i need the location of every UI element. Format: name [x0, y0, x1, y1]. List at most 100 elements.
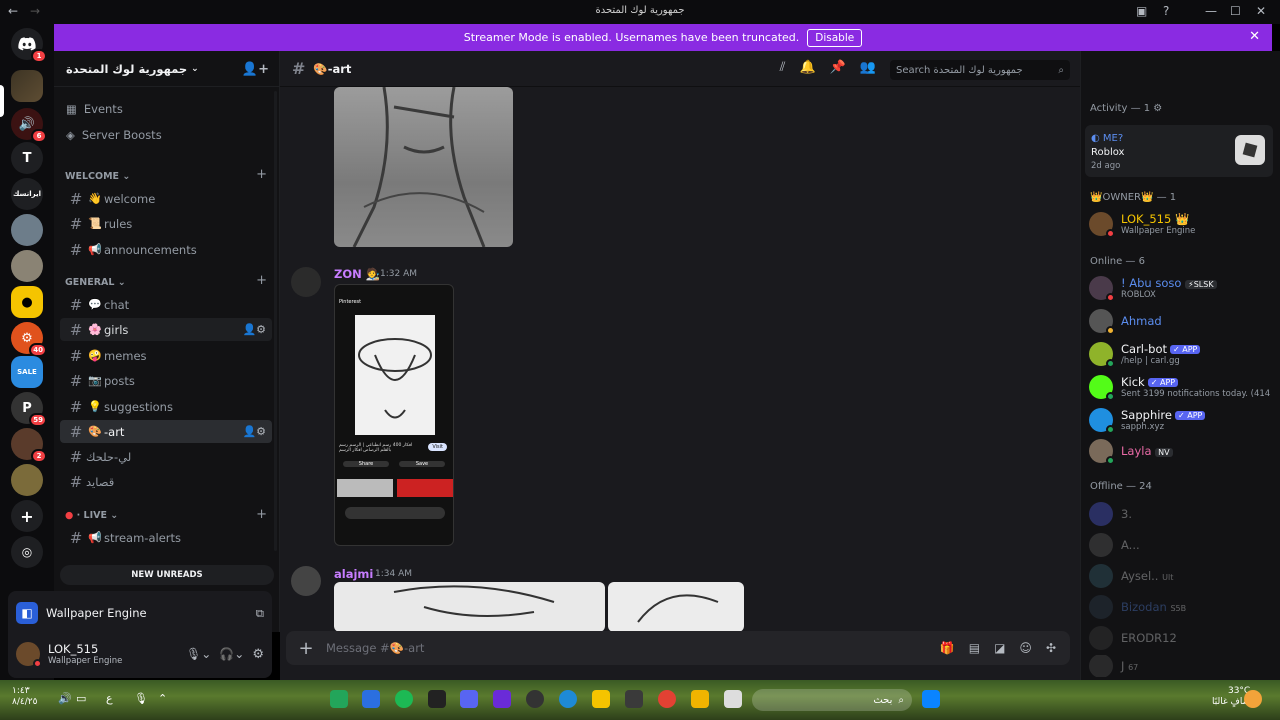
emoji-icon[interactable]: ☺: [1019, 641, 1032, 655]
add-channel-icon[interactable]: +: [256, 273, 267, 288]
taskbar-app-icon[interactable]: [493, 690, 511, 708]
sticker-icon[interactable]: ◪: [994, 641, 1005, 655]
close-banner-icon[interactable]: ✕: [1249, 29, 1260, 44]
headset-icon[interactable]: 🎧⌄: [219, 647, 244, 661]
disable-button[interactable]: Disable: [807, 28, 863, 47]
minimize-icon[interactable]: —: [1205, 4, 1217, 18]
avatar[interactable]: [16, 642, 42, 668]
search-input[interactable]: Search جمهورية لوك المتحدة ⌕: [890, 60, 1070, 80]
member-row[interactable]: Carl-bot ✓ APP/help | carl.gg: [1089, 340, 1273, 368]
taskbar-app-icon[interactable]: [724, 690, 742, 708]
events-link[interactable]: ▦ Events: [66, 102, 123, 116]
taskbar-search[interactable]: بحث ⌕: [752, 689, 912, 711]
add-channel-icon[interactable]: +: [256, 167, 267, 182]
account-info[interactable]: LOK_515 Wallpaper Engine: [48, 642, 122, 666]
taskbar-app-icon[interactable]: [625, 690, 643, 708]
new-unreads-button[interactable]: NEW UNREADS: [60, 565, 274, 585]
activity-card[interactable]: ◐ ME? Roblox 2d ago: [1085, 125, 1273, 177]
members-icon[interactable]: 👥: [860, 60, 876, 80]
mic-icon[interactable]: 🎙⌄: [186, 647, 211, 661]
category-live[interactable]: ● · LIVE ⌄: [65, 510, 118, 521]
server-yellow[interactable]: ●: [11, 286, 43, 318]
taskbar-app-icon[interactable]: [362, 690, 380, 708]
channel-settings-icon[interactable]: 👤⚙: [242, 425, 266, 438]
tray-chevron-icon[interactable]: ⌃: [158, 692, 167, 705]
member-row[interactable]: Kick ✓ APP Sent 3199 notifications today. …: [1089, 373, 1273, 401]
invite-icon[interactable]: 👤+: [242, 62, 269, 77]
channel-suggestions[interactable]: # 💡 suggestions: [60, 395, 272, 418]
channel-settings-icon[interactable]: 👤⚙: [242, 323, 266, 336]
taskbar-app-icon[interactable]: [330, 690, 348, 708]
bell-icon[interactable]: 🔔: [799, 60, 815, 80]
server-t[interactable]: T: [11, 142, 43, 174]
member-row[interactable]: 3.: [1089, 500, 1273, 528]
threads-icon[interactable]: ⫽: [780, 60, 786, 80]
member-row[interactable]: Layla NV: [1089, 437, 1273, 465]
server-arabic[interactable]: ايرانسك: [11, 178, 43, 210]
screen-share-icon[interactable]: ⧉: [256, 606, 264, 621]
volume-icon[interactable]: 🔊: [58, 692, 72, 705]
gif-icon[interactable]: ▤: [969, 641, 980, 655]
mic-tray-icon[interactable]: 🎙: [134, 692, 148, 705]
activity-status[interactable]: ◧ Wallpaper Engine ⧉: [16, 599, 264, 627]
discord-home-icon[interactable]: 1: [11, 28, 47, 63]
channel-arabic-2[interactable]: # قصايد: [60, 470, 272, 493]
taskbar-app-icon[interactable]: [592, 690, 610, 708]
windows-start-icon[interactable]: [922, 690, 940, 708]
clock[interactable]: ١:٤٣ ٨/٤/٢٥: [12, 686, 37, 708]
server-orange[interactable]: ⚙ 40: [11, 322, 47, 357]
scrollbar[interactable]: [274, 91, 277, 551]
server-dark[interactable]: P 59: [11, 392, 47, 427]
message-composer[interactable]: + Message #🎨-art 🎁 ▤ ◪ ☺ ✣: [286, 631, 1070, 665]
member-row[interactable]: Ahmad: [1089, 307, 1273, 335]
member-row[interactable]: Bizodan S5B: [1089, 593, 1273, 621]
channel-posts[interactable]: # 📷 posts: [60, 369, 272, 392]
channel-welcome[interactable]: # 👋 welcome: [60, 187, 272, 210]
file-explorer-icon[interactable]: [691, 690, 709, 708]
member-row[interactable]: ERODR12: [1089, 624, 1273, 652]
attach-plus-icon[interactable]: +: [286, 638, 326, 659]
channel-rules[interactable]: # 📜 rules: [60, 212, 272, 235]
maximize-icon[interactable]: ☐: [1230, 4, 1241, 18]
add-server-icon[interactable]: +: [11, 500, 43, 532]
channel-announcements[interactable]: # 📢 announcements: [60, 238, 272, 261]
edge-icon[interactable]: [559, 690, 577, 708]
member-row[interactable]: Aysel.. Ult: [1089, 562, 1273, 590]
boosts-link[interactable]: ◈ Server Boosts: [66, 128, 162, 142]
category-general[interactable]: GENERAL ⌄: [65, 277, 126, 288]
message-author[interactable]: alajmi: [334, 567, 373, 581]
server-blue[interactable]: SALE: [11, 356, 43, 388]
member-row[interactable]: ! Abu soso ⚡SLSK ROBLOX: [1089, 274, 1273, 302]
category-welcome[interactable]: WELCOME ⌄: [65, 171, 130, 182]
gift-icon[interactable]: 🎁: [940, 641, 955, 655]
message-input[interactable]: Message #🎨-art: [326, 641, 940, 655]
inbox-icon[interactable]: ▣: [1136, 4, 1147, 18]
pin-icon[interactable]: 📌: [830, 60, 846, 80]
channel-chat[interactable]: # 💬 chat: [60, 293, 272, 316]
close-window-icon[interactable]: ✕: [1256, 4, 1266, 18]
avatar[interactable]: [291, 566, 321, 596]
message-author[interactable]: ZON 🧑‍🎨: [334, 267, 380, 281]
discover-icon[interactable]: ◎: [11, 536, 43, 568]
add-channel-icon[interactable]: +: [256, 507, 267, 522]
server-voice[interactable]: 🔊 6: [11, 108, 47, 143]
member-row[interactable]: J 67: [1089, 655, 1273, 677]
member-row[interactable]: Sapphire ✓ APP sapph.xyz: [1089, 406, 1273, 434]
apps-icon[interactable]: ✣: [1046, 641, 1056, 655]
network-icon[interactable]: ▭: [76, 692, 86, 705]
channel-arabic-1[interactable]: # لي-حلحك: [60, 445, 272, 468]
channel-art[interactable]: # 🎨 -art 👤⚙: [60, 420, 272, 443]
member-row[interactable]: A...: [1089, 531, 1273, 559]
message-image-1[interactable]: [334, 582, 605, 632]
help-icon[interactable]: ?: [1163, 4, 1169, 18]
chrome-icon[interactable]: [658, 690, 676, 708]
server-avatar-a[interactable]: [11, 214, 43, 246]
guild-header[interactable]: جمهورية لوك المتحدة ⌄ 👤+: [54, 51, 279, 87]
message-image-2[interactable]: [608, 582, 744, 632]
spotify-icon[interactable]: [395, 690, 413, 708]
channel-girls[interactable]: # 🌸 girls 👤⚙: [60, 318, 272, 341]
message-image-phone[interactable]: Pinterest افكار 400 رسم انطباعي | الرسم …: [334, 284, 454, 546]
channel-stream-alerts[interactable]: # 📢 stream-alerts: [60, 526, 272, 549]
channel-memes[interactable]: # 🤪 memes: [60, 344, 272, 367]
server-game[interactable]: 2: [11, 428, 47, 463]
